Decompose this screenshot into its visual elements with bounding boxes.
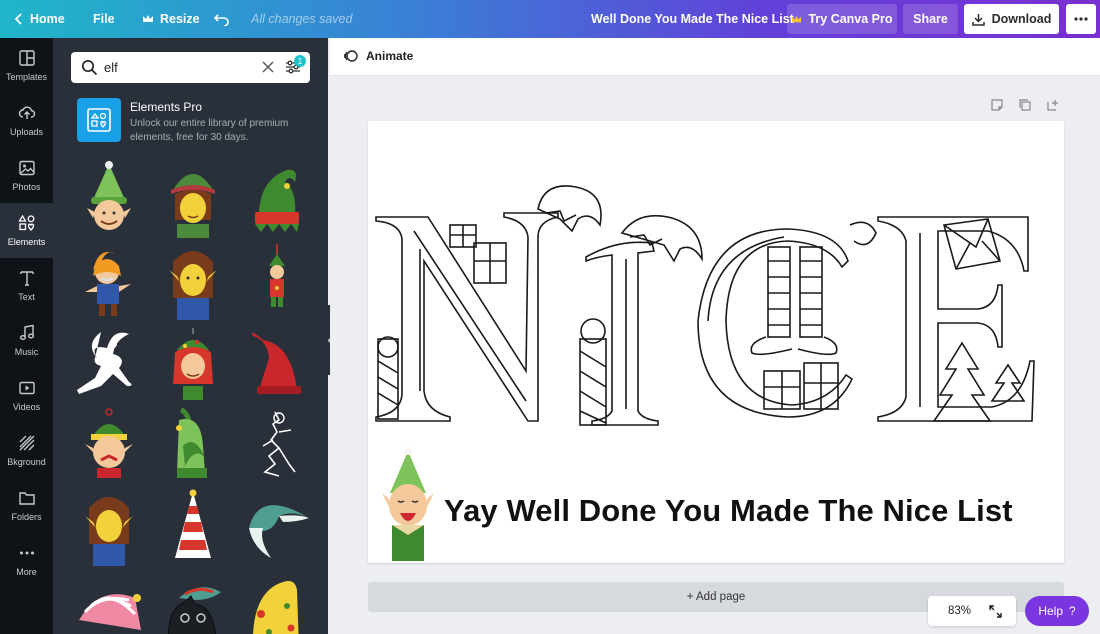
crown-icon <box>143 15 153 22</box>
try-canva-pro-button[interactable]: Try Canva Pro <box>787 4 897 34</box>
home-button[interactable]: Home <box>14 0 65 38</box>
background-icon <box>19 435 34 451</box>
result-elf-girl-red-hair[interactable] <box>155 324 231 402</box>
headline-text[interactable]: Yay Well Done You Made The Nice List <box>444 493 1013 529</box>
rail-item-templates[interactable]: Templates <box>0 38 53 93</box>
animate-icon <box>344 50 358 62</box>
layout-icon <box>18 50 35 66</box>
rail-item-text[interactable]: Text <box>0 258 53 313</box>
result-red-elf-hat[interactable] <box>239 324 315 402</box>
result-striped-pink-hat[interactable] <box>71 570 147 634</box>
undo-icon <box>214 14 229 26</box>
result-elf-girl-plain[interactable] <box>155 242 231 320</box>
add-page-icon[interactable] <box>1046 98 1060 112</box>
result-striped-party-hat[interactable] <box>155 488 231 566</box>
upload-cloud-icon <box>18 106 35 119</box>
result-green-hat-ornament[interactable] <box>155 406 231 484</box>
elements-pro-promo[interactable]: Elements Pro Unlock our entire library o… <box>77 98 317 146</box>
editor-toolbar: Animate <box>330 38 1100 76</box>
result-elf-sketch[interactable] <box>239 406 315 484</box>
page-notes-icon[interactable] <box>990 98 1004 112</box>
result-elf-girl-green-hat[interactable] <box>155 160 231 238</box>
duplicate-page-icon[interactable] <box>1018 98 1032 112</box>
home-label: Home <box>30 12 65 26</box>
search-box: 1 <box>71 52 310 83</box>
folder-icon <box>18 492 35 505</box>
rail-item-folders[interactable]: Folders <box>0 478 53 533</box>
rail-item-photos[interactable]: Photos <box>0 148 53 203</box>
crown-icon <box>792 15 802 22</box>
download-button[interactable]: Download <box>964 4 1059 34</box>
zoom-level[interactable]: 83% <box>948 605 971 617</box>
animate-button[interactable]: Animate <box>343 48 413 64</box>
help-button[interactable]: Help ? <box>1025 596 1089 626</box>
result-green-elf-hat[interactable] <box>239 160 315 238</box>
chevron-left-icon <box>14 13 22 25</box>
result-elf-girl-plain-2[interactable] <box>71 488 147 566</box>
video-icon <box>18 381 35 395</box>
text-icon <box>19 271 34 286</box>
result-elf-head-ornament[interactable] <box>71 406 147 484</box>
expand-icon[interactable] <box>989 604 1002 618</box>
left-rail: Templates Uploads Photos Elements Text M… <box>0 38 53 634</box>
download-icon <box>971 13 985 26</box>
music-icon <box>19 324 34 340</box>
top-bar: Home File Resize All changes saved Well … <box>0 0 1100 38</box>
zoom-control: 83% <box>928 596 1016 626</box>
undo-button[interactable] <box>214 0 230 38</box>
document-title[interactable]: Well Done You Made The Nice List <box>591 0 794 38</box>
promo-title: Elements Pro <box>130 100 203 114</box>
search-icon <box>81 59 98 76</box>
result-cat-with-hat[interactable] <box>155 570 231 634</box>
rail-item-elements[interactable]: Elements <box>0 203 53 258</box>
file-menu[interactable]: File <box>93 0 115 38</box>
shapes-icon <box>17 214 34 231</box>
result-teal-sleeping-cap[interactable] <box>239 488 315 566</box>
result-elf-orange-hair[interactable] <box>71 242 147 320</box>
rail-item-uploads[interactable]: Uploads <box>0 93 53 148</box>
page-tools <box>990 98 1060 112</box>
elements-pro-icon <box>77 98 121 142</box>
clear-search-icon[interactable] <box>261 60 275 74</box>
result-elf-boy-green-hat[interactable] <box>71 160 147 238</box>
save-status: All changes saved <box>251 12 353 26</box>
rail-item-background[interactable]: Bkground <box>0 423 53 478</box>
design-page[interactable]: Yay Well Done You Made The Nice List <box>368 121 1064 563</box>
result-yellow-elf-hat[interactable] <box>239 570 315 634</box>
search-input[interactable] <box>104 58 254 77</box>
question-icon: ? <box>1069 604 1076 618</box>
ellipsis-icon <box>1074 17 1088 21</box>
resize-button[interactable]: Resize <box>142 0 200 38</box>
image-icon <box>18 160 35 176</box>
rail-item-more[interactable]: More <box>0 533 53 588</box>
rail-item-videos[interactable]: Videos <box>0 368 53 423</box>
result-fairy-silhouette[interactable] <box>71 324 147 402</box>
result-elf-ornament[interactable] <box>239 242 315 320</box>
more-options-button[interactable] <box>1066 4 1096 34</box>
rail-item-music[interactable]: Music <box>0 313 53 368</box>
filter-count-badge: 1 <box>294 55 306 67</box>
promo-description: Unlock our entire library of premium ele… <box>130 118 289 143</box>
share-button[interactable]: Share <box>903 4 958 34</box>
canvas-area: Animate Yay Well Done You Made The Nice … <box>330 38 1100 634</box>
more-icon <box>19 551 34 555</box>
elements-panel: 1 Elements Pro Unlock our entire library… <box>53 38 328 634</box>
